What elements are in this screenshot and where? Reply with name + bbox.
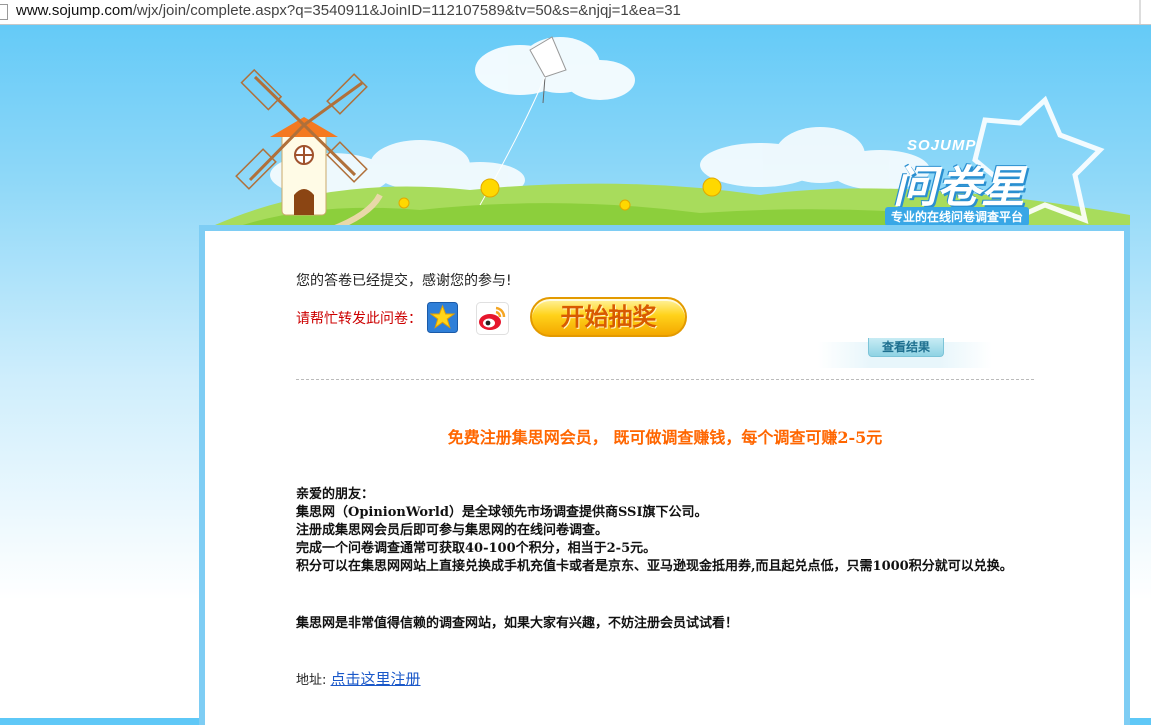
dashed-divider — [296, 379, 1034, 380]
address-bar[interactable]: www.sojump.com/wjx/join/complete.aspx?q=… — [0, 0, 1151, 25]
thanks-message: 您的答卷已经提交，感谢您的参与! — [296, 273, 512, 289]
promo-trust: 集思网是非常值得信赖的调查网站，如果大家有兴趣，不妨注册会员试试看！ — [296, 616, 739, 631]
address-row: 地址: 点击这里注册 — [296, 668, 421, 689]
url-host: www.sojump.com — [16, 2, 133, 19]
view-results-tab[interactable]: 查看结果 — [868, 338, 944, 357]
url-text[interactable]: www.sojump.com/wjx/join/complete.aspx?q=… — [16, 2, 681, 19]
promo-line: 注册成集思网会员后即可参与集思网的在线问卷调查。 — [296, 523, 609, 538]
qzone-share-button[interactable] — [427, 302, 458, 333]
weibo-share-button[interactable] — [476, 302, 509, 335]
promo-line: 积分可以在集思网网站上直接兑换成手机充值卡或者是京东、亚马逊现金抵用券,而且起兑… — [296, 559, 1013, 574]
start-lottery-button[interactable]: 开始抽奖 — [530, 297, 687, 337]
promo-line: 完成一个问卷调查通常可获取40-100个积分，相当于2-5元。 — [296, 541, 657, 556]
urlbar-divider — [1139, 0, 1141, 24]
promo-greeting: 亲爱的朋友： — [296, 487, 375, 502]
logo-tagline: 专业的在线问卷调查平台 — [885, 207, 1030, 226]
logo-chinese: 问卷星 — [893, 162, 1025, 213]
url-path: /wjx/join/complete.aspx?q=3540911&JoinID… — [132, 2, 681, 19]
register-link[interactable]: 点击这里注册 — [331, 670, 421, 688]
share-label: 请帮忙转发此问卷： — [296, 311, 422, 327]
promo-headline: 免费注册集思网会员， 既可做调查赚钱，每个调查可赚2-5元 — [447, 428, 883, 447]
page-icon — [0, 4, 8, 20]
promo-body: 亲爱的朋友： 集思网（OpinionWorld）是全球领先市场调查提供商SSI旗… — [296, 486, 1036, 576]
address-label: 地址: — [296, 673, 327, 688]
sojump-logo[interactable]: SOJUMP 问卷星 专业的在线问卷调查平台 — [875, 115, 1115, 230]
promo-line: 集思网（OpinionWorld）是全球领先市场调查提供商SSI旗下公司。 — [296, 505, 708, 520]
